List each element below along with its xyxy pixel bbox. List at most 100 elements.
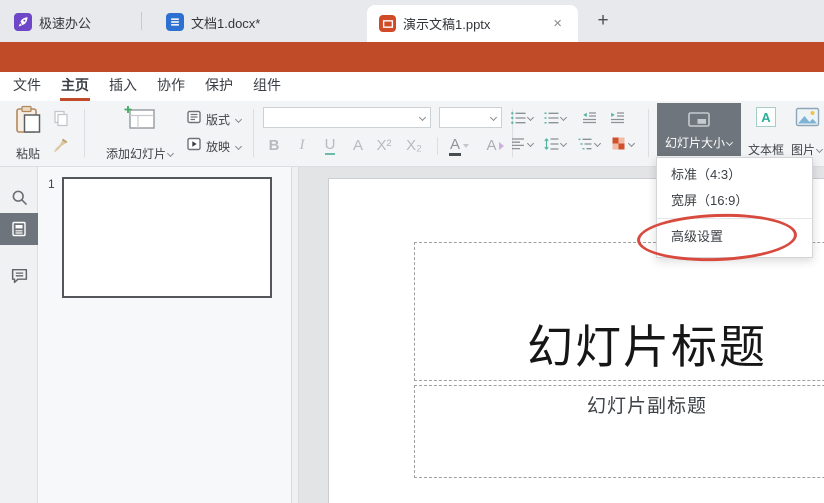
slideshow-label: 放映	[206, 138, 230, 155]
text-box-icon: A	[756, 107, 776, 127]
picture-button[interactable]: 图片	[789, 107, 824, 158]
tab-label: 极速办公	[39, 13, 91, 32]
slide-subtitle-text: 幻灯片副标题	[587, 391, 707, 418]
layout-button[interactable]: 版式	[186, 109, 242, 130]
slide-thumbnails-panel: 1	[38, 167, 291, 503]
character-effects-button[interactable]: A	[345, 134, 371, 157]
paste-button[interactable]: 粘贴	[8, 105, 48, 162]
search-button[interactable]	[0, 181, 38, 213]
shape-fill-button[interactable]	[611, 136, 635, 151]
font-size-select[interactable]	[439, 107, 502, 128]
slides-panel-icon	[10, 220, 28, 238]
format-painter-icon[interactable]	[51, 136, 70, 160]
layout-icon	[186, 109, 202, 130]
play-icon	[186, 136, 202, 157]
decrease-indent-button[interactable]	[581, 111, 597, 125]
menu-insert[interactable]: 插入	[108, 72, 138, 101]
chevron-down-icon	[234, 143, 242, 151]
comment-icon	[10, 266, 29, 285]
numbered-list-button[interactable]	[543, 111, 567, 125]
presentation-document-icon	[379, 15, 396, 32]
tab-presentation-active[interactable]: 演示文稿1.pptx ×	[367, 5, 578, 42]
layout-label: 版式	[206, 111, 230, 128]
menu-divider	[657, 218, 812, 219]
panel-splitter[interactable]	[291, 167, 299, 503]
picture-icon	[795, 107, 820, 132]
menu-components[interactable]: 组件	[252, 72, 282, 101]
italic-button[interactable]: I	[289, 134, 315, 157]
quick-access-toolbar: 演示文稿1.pptx	[0, 42, 824, 72]
bullet-list-button[interactable]	[510, 111, 534, 125]
text-box-button[interactable]: A 文本框	[746, 107, 786, 158]
slide-size-button[interactable]: 幻灯片大小	[657, 103, 741, 156]
add-slide-icon	[124, 105, 156, 136]
slides-panel-button[interactable]	[0, 213, 38, 245]
superscript-button[interactable]: X²	[371, 134, 397, 157]
app-window: 极速办公 文档1.docx* 演示文稿1.pptx × +	[0, 0, 824, 503]
chevron-down-icon	[463, 144, 469, 148]
menu-collaborate[interactable]: 协作	[156, 72, 186, 101]
new-tab-button[interactable]: +	[592, 9, 614, 33]
search-icon	[10, 188, 29, 207]
document-tabbar: 极速办公 文档1.docx* 演示文稿1.pptx × +	[0, 0, 824, 42]
paste-label: 粘贴	[16, 145, 40, 162]
tab-label: 文档1.docx*	[191, 13, 260, 32]
chevron-down-icon	[559, 140, 567, 148]
increase-indent-button[interactable]	[609, 111, 625, 125]
chevron-down-icon	[593, 140, 601, 148]
monitor-icon	[687, 111, 711, 129]
font-family-select[interactable]	[263, 107, 431, 128]
close-tab-button[interactable]: ×	[549, 14, 566, 33]
menu-file[interactable]: 文件	[12, 72, 42, 101]
slide-title-text: 幻灯片标题	[527, 311, 767, 377]
chevron-down-icon	[815, 146, 823, 154]
multilevel-list-button[interactable]	[577, 137, 601, 151]
ribbon-divider	[648, 109, 649, 157]
chevron-down-icon	[234, 116, 242, 124]
slide-size-dropdown: 标准（4:3） 宽屏（16:9） 高级设置	[656, 157, 813, 258]
subscript-button[interactable]: X₂	[401, 134, 427, 157]
menu-protect[interactable]: 保护	[204, 72, 234, 101]
word-document-icon	[166, 13, 184, 31]
menu-item-standard-4-3[interactable]: 标准（4:3）	[657, 162, 812, 188]
highlight-color-button[interactable]: A	[479, 134, 511, 157]
chevron-down-icon	[627, 140, 635, 148]
chevron-down-icon	[725, 139, 733, 147]
slide-number: 1	[48, 177, 55, 191]
chevron-down-icon	[559, 114, 567, 122]
chevron-down-icon	[489, 114, 497, 122]
chevron-down-icon	[418, 114, 426, 122]
line-spacing-button[interactable]	[543, 137, 567, 151]
chevron-down-icon	[526, 114, 534, 122]
menu-item-widescreen-16-9[interactable]: 宽屏（16:9）	[657, 188, 812, 214]
underline-button[interactable]: U	[317, 134, 343, 157]
add-slide-label: 添加幻灯片	[106, 145, 166, 162]
subtitle-placeholder[interactable]: 幻灯片副标题	[414, 385, 824, 478]
menu-home[interactable]: 主页	[60, 72, 90, 101]
menu-bar: 文件 主页 插入 协作 保护 组件	[0, 72, 824, 101]
ribbon-divider	[437, 137, 438, 155]
highlight-arrow-icon	[499, 142, 504, 150]
slideshow-button[interactable]: 放映	[186, 136, 242, 157]
title-placeholder[interactable]: 幻灯片标题	[414, 242, 824, 381]
menu-item-advanced-settings[interactable]: 高级设置	[657, 223, 812, 251]
tab-word-document[interactable]: 文档1.docx*	[166, 10, 260, 34]
copy-icon[interactable]	[52, 109, 70, 132]
align-text-button[interactable]	[510, 137, 534, 151]
tab-label: 演示文稿1.pptx	[403, 14, 490, 33]
clipboard-icon	[15, 105, 42, 139]
tab-app-home[interactable]: 极速办公	[14, 10, 91, 34]
ribbon-divider	[253, 109, 254, 157]
text-box-label: 文本框	[748, 141, 784, 158]
chevron-down-icon	[526, 140, 534, 148]
comments-button[interactable]	[0, 259, 38, 291]
slide-thumbnail[interactable]	[62, 177, 272, 298]
font-color-button[interactable]: A	[443, 134, 475, 157]
rocket-icon	[14, 13, 32, 31]
bold-button[interactable]: B	[261, 134, 287, 157]
add-slide-button[interactable]: 添加幻灯片	[101, 105, 179, 162]
ribbon-divider	[84, 109, 85, 157]
tab-divider	[141, 12, 142, 30]
left-icon-rail	[0, 167, 38, 503]
slide-size-label: 幻灯片大小	[665, 134, 725, 151]
